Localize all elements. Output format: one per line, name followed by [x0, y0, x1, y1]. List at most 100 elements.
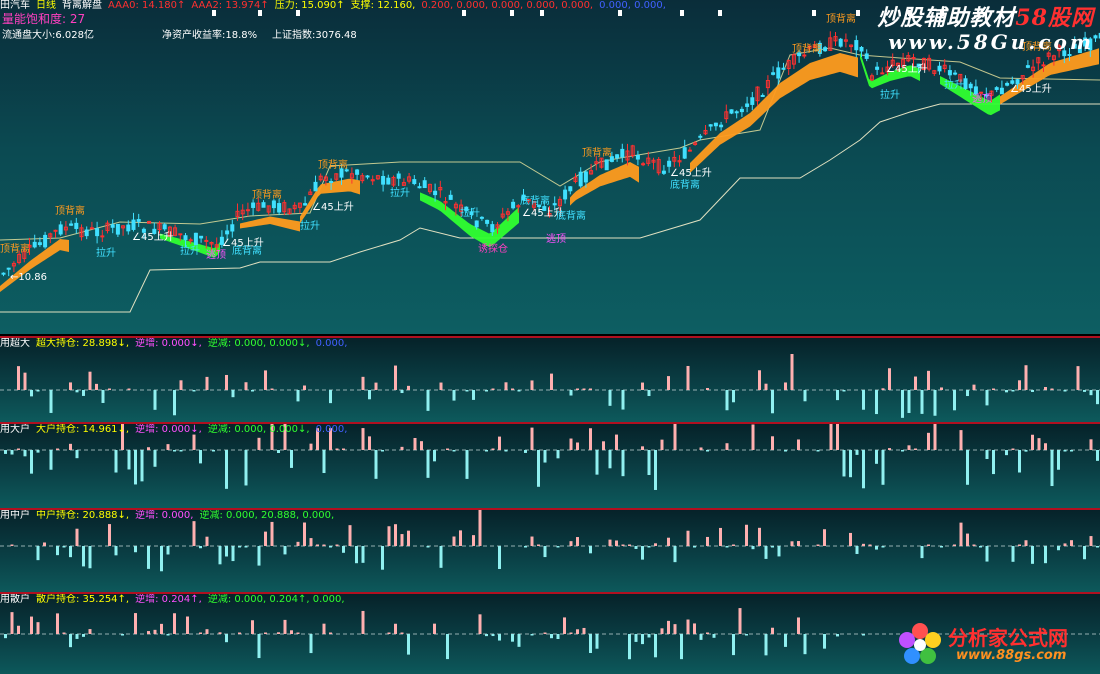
positive-bar	[322, 544, 326, 546]
positive-bar	[758, 370, 761, 390]
negative-bar	[543, 450, 547, 463]
negative-bar	[62, 546, 66, 548]
positive-bar	[927, 544, 930, 546]
positive-bar	[933, 424, 937, 450]
negative-bar	[153, 390, 157, 410]
positive-bar	[764, 383, 768, 390]
top-divergence-signal: 顶背离	[582, 148, 612, 159]
pull-up-signal: 拉升	[300, 221, 320, 232]
negative-bar	[1096, 450, 1099, 461]
positive-bar	[1024, 365, 1028, 390]
negative-bar	[381, 450, 384, 452]
stock-chart-window: 田汽车 日线 背离解盘 AAA0: 14.180↑ AAA2: 13.974↑ 压力: 1…	[0, 0, 1100, 674]
positive-bar	[569, 632, 573, 634]
candle-body	[95, 228, 100, 237]
negative-bar	[30, 390, 33, 397]
histogram	[0, 510, 1100, 572]
negative-bar	[654, 634, 657, 658]
negative-bar	[771, 390, 774, 414]
positive-bar	[134, 613, 137, 634]
candle-body	[84, 229, 89, 237]
negative-bar	[634, 634, 638, 642]
positive-bar	[75, 528, 79, 546]
positive-bar	[192, 521, 196, 546]
candle-body	[199, 235, 204, 239]
positive-bar	[1024, 540, 1028, 546]
positive-bar	[732, 544, 735, 546]
indicator-name[interactable]: 背离解盘	[62, 0, 102, 11]
negative-bar	[166, 634, 170, 636]
candle-body	[422, 180, 427, 189]
positive-bar	[166, 444, 170, 450]
positive-bar	[1050, 388, 1054, 390]
positive-bar	[322, 623, 326, 634]
positive-bar	[504, 382, 508, 390]
positive-bar	[283, 619, 287, 634]
trap-signal: 诱探仓	[478, 244, 508, 255]
positive-bar	[1063, 543, 1067, 546]
negative-bar	[465, 390, 469, 392]
positive-bar	[706, 632, 709, 634]
positive-bar	[205, 629, 209, 634]
positive-bar	[628, 544, 631, 546]
negative-bar	[75, 634, 79, 639]
negative-bar	[940, 546, 943, 548]
negative-bar	[647, 634, 651, 638]
positive-bar	[582, 627, 586, 634]
candle-body	[687, 149, 692, 152]
negative-bar	[556, 634, 560, 639]
positive-bar	[576, 442, 579, 450]
positive-bar	[719, 527, 722, 546]
positive-bar	[686, 530, 690, 546]
negative-bar	[446, 634, 449, 660]
large-holder-panel[interactable]: 用大户 大户持仓: 14.961↓, 逆增: 0.000↓, 逆减: 0.000, 0…	[0, 422, 1100, 508]
positive-bar	[290, 630, 293, 634]
candle-body	[37, 242, 42, 246]
negative-bar	[524, 546, 527, 548]
negative-bar	[212, 450, 215, 452]
retail-holder-panel[interactable]: 用散户 散户持仓: 35.254↑, 逆增: 0.204↑, 逆减: 0.000, 0…	[0, 592, 1100, 674]
negative-bar	[1005, 450, 1008, 456]
negative-bar	[82, 634, 85, 637]
positive-bar	[1044, 387, 1047, 390]
negative-bar	[855, 450, 859, 455]
negative-bar	[134, 450, 137, 485]
negative-bar	[36, 450, 40, 453]
candle-body	[417, 186, 422, 189]
candle-body	[713, 122, 718, 127]
negative-bar	[836, 390, 839, 401]
negative-bar	[842, 390, 846, 392]
positive-bar	[706, 536, 709, 546]
sh-index: 上证指数:3076.48	[272, 30, 357, 41]
positive-bar	[387, 632, 391, 634]
period-label[interactable]: 日线	[36, 0, 56, 11]
positive-bar	[1018, 544, 1021, 546]
positive-bar	[673, 424, 677, 450]
candle-body	[729, 109, 734, 114]
medium-holder-panel[interactable]: 用中户 中户持仓: 20.888↓, 逆增: 0.000, 逆减: 0.000, 20…	[0, 508, 1100, 594]
negative-bar	[114, 450, 118, 473]
top-divergence-signal: 顶背离	[55, 206, 85, 217]
candle-body	[620, 148, 625, 158]
candle-body	[953, 72, 958, 75]
super-large-holding-panel[interactable]: 用超大 超大持仓: 28.898↓, 逆增: 0.000↓, 逆减: 0.000, 0…	[0, 336, 1100, 422]
negative-bar	[49, 450, 53, 470]
negative-bar	[1063, 450, 1067, 452]
rise45-signal: ∠45上升	[312, 202, 354, 213]
positive-bar	[472, 535, 475, 546]
negative-bar	[647, 390, 651, 397]
negative-bar	[69, 634, 72, 648]
negative-bar	[647, 450, 651, 476]
positive-bar	[972, 384, 976, 390]
negative-bar	[140, 450, 144, 482]
positive-bar	[1031, 434, 1034, 450]
price-chart-panel[interactable]: 田汽车 日线 背离解盘 AAA0: 14.180↑ AAA2: 13.974↑ 压力: 1…	[0, 0, 1100, 334]
positive-bar	[225, 374, 228, 390]
candle-body	[750, 97, 755, 105]
candle-body	[708, 124, 713, 127]
candle-body	[838, 38, 843, 47]
positive-bar	[615, 434, 618, 450]
negative-bar	[901, 390, 904, 418]
positive-bar	[992, 388, 995, 390]
candle-body	[126, 224, 131, 232]
